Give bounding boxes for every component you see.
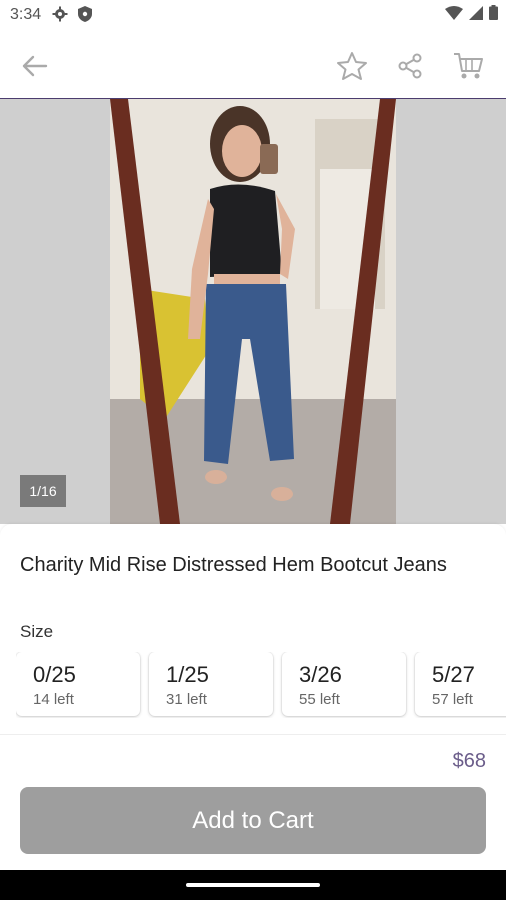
settings-gear-icon xyxy=(52,6,68,22)
divider xyxy=(0,734,506,735)
arrow-left-icon xyxy=(22,55,48,77)
app-bar xyxy=(0,32,506,99)
size-option-3-26[interactable]: 3/26 55 left xyxy=(282,652,406,716)
favorite-button[interactable] xyxy=(334,48,370,84)
size-label: Size xyxy=(20,622,54,641)
star-icon xyxy=(337,52,367,80)
image-counter: 1/16 xyxy=(20,475,66,507)
product-photo xyxy=(110,99,396,524)
back-button[interactable] xyxy=(16,48,52,84)
size-option-1-25[interactable]: 1/25 31 left xyxy=(149,652,273,716)
share-button[interactable] xyxy=(392,48,428,84)
status-bar: 3:34 xyxy=(0,0,506,32)
status-notification-icons xyxy=(52,6,92,22)
system-navigation-bar xyxy=(0,870,506,900)
mirror-selfie-illustration xyxy=(110,99,396,524)
app-bar-actions xyxy=(334,48,486,84)
wifi-icon xyxy=(445,5,463,20)
size-value: 5/27 xyxy=(432,662,475,687)
home-indicator[interactable] xyxy=(186,883,320,887)
size-value: 3/26 xyxy=(299,662,342,687)
product-details-sheet: Charity Mid Rise Distressed Hem Bootcut … xyxy=(0,524,506,870)
share-icon xyxy=(398,53,422,79)
size-option-0-25[interactable]: 0/25 14 left xyxy=(16,652,140,716)
size-stock: 55 left xyxy=(299,691,340,708)
battery-icon xyxy=(489,5,498,20)
shopping-cart-icon xyxy=(454,53,483,79)
add-to-cart-button[interactable]: Add to Cart xyxy=(20,787,486,854)
shield-icon xyxy=(78,6,92,22)
product-image-gallery[interactable] xyxy=(0,99,506,524)
size-option-5-27[interactable]: 5/27 57 left xyxy=(415,652,506,716)
size-stock: 57 left xyxy=(432,691,473,708)
size-stock: 31 left xyxy=(166,691,207,708)
product-title: Charity Mid Rise Distressed Hem Bootcut … xyxy=(20,554,447,576)
product-price: $68 xyxy=(452,750,486,772)
size-selector[interactable]: 0/25 14 left 1/25 31 left 3/26 55 left 5… xyxy=(16,652,506,718)
cart-button[interactable] xyxy=(450,48,486,84)
status-time: 3:34 xyxy=(10,6,42,23)
cell-signal-icon xyxy=(469,5,483,20)
size-stock: 14 left xyxy=(33,691,74,708)
size-value: 0/25 xyxy=(33,662,76,687)
size-value: 1/25 xyxy=(166,662,209,687)
status-system-icons xyxy=(445,5,498,20)
